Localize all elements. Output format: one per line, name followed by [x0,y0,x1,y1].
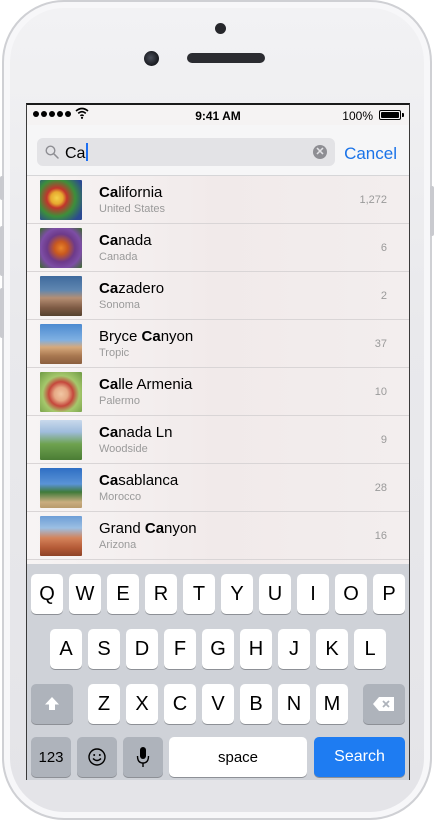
key-p[interactable]: P [373,574,405,614]
space-key[interactable]: space [169,737,307,777]
key-l[interactable]: L [354,629,386,669]
result-subtitle: Palermo [99,395,140,407]
result-title: California [99,184,163,201]
result-title: Casablanca [99,472,179,489]
photo-thumbnail [40,468,82,508]
result-subtitle: Morocco [99,491,142,503]
result-count: 6 [380,242,387,254]
search-button[interactable]: Search [314,737,405,777]
key-j[interactable]: J [278,629,310,669]
battery-icon [379,110,401,120]
key-m[interactable]: M [316,684,348,724]
photo-thumbnail [40,420,82,460]
delete-icon [373,697,394,711]
status-bar: 9:41 AM 100% [27,105,409,125]
power-button [430,186,434,236]
volume-down-button [0,288,4,338]
list-item[interactable]: Grand Canyon Arizona 16 [27,512,409,560]
result-title: Calle Armenia [99,376,193,393]
key-u[interactable]: U [259,574,291,614]
result-title: Grand Canyon [99,520,197,537]
result-count: 1,272 [359,194,387,206]
dictation-key[interactable] [123,737,163,777]
result-title: Cazadero [99,280,165,297]
key-b[interactable]: B [240,684,272,724]
result-subtitle: United States [99,203,166,215]
result-subtitle: Canada [99,251,138,263]
result-title: Canada Ln [99,424,173,441]
list-item[interactable]: Canada Canada 6 [27,224,409,272]
result-title: Canada [99,232,152,249]
photo-thumbnail [40,516,82,556]
photo-thumbnail [40,276,82,316]
key-z[interactable]: Z [88,684,120,724]
mute-switch [0,176,4,200]
emoji-key[interactable] [77,737,117,777]
list-item[interactable]: Cazadero Sonoma 2 [27,272,409,320]
results-list: California United States 1,272 Canada Ca… [27,176,409,564]
list-item[interactable]: Casablanca Morocco 28 [27,464,409,512]
photo-thumbnail [40,180,82,220]
emoji-icon [88,748,106,766]
search-query: Ca [65,143,89,163]
result-count: 2 [380,290,387,302]
shift-key[interactable] [31,684,73,724]
key-r[interactable]: R [145,574,177,614]
key-s[interactable]: S [88,629,120,669]
proximity-sensor [215,23,226,34]
list-item[interactable]: Bryce Canyon Tropic 37 [27,320,409,368]
photo-thumbnail [40,372,82,412]
list-item[interactable]: Canada Ln Woodside 9 [27,416,409,464]
photo-thumbnail [40,228,82,268]
key-c[interactable]: C [164,684,196,724]
keyboard: Q W E R T Y U I O P A S D F G H J K L Z … [27,564,409,780]
list-item[interactable]: Calle Armenia Palermo 10 [27,368,409,416]
key-f[interactable]: F [164,629,196,669]
screen: 9:41 AM 100% Ca ✕ Cancel California Unit… [26,103,410,780]
key-i[interactable]: I [297,574,329,614]
key-g[interactable]: G [202,629,234,669]
key-h[interactable]: H [240,629,272,669]
clear-text-icon[interactable]: ✕ [313,145,327,159]
volume-up-button [0,226,4,276]
key-k[interactable]: K [316,629,348,669]
cancel-button[interactable]: Cancel [344,144,397,164]
result-count: 37 [374,338,387,350]
key-n[interactable]: N [278,684,310,724]
key-v[interactable]: V [202,684,234,724]
result-count: 28 [374,482,387,494]
microphone-icon [136,747,150,767]
delete-key[interactable] [363,684,405,724]
search-bar: Ca ✕ Cancel [27,125,409,176]
photo-thumbnail [40,324,82,364]
earpiece-speaker [187,53,265,63]
result-subtitle: Arizona [99,539,137,551]
key-w[interactable]: W [69,574,101,614]
list-item[interactable]: California United States 1,272 [27,176,409,224]
key-x[interactable]: X [126,684,158,724]
battery-tip [402,113,404,117]
result-count: 16 [374,530,387,542]
result-count: 9 [380,434,387,446]
key-t[interactable]: T [183,574,215,614]
shift-icon [45,697,59,710]
key-y[interactable]: Y [221,574,253,614]
result-count: 10 [374,386,387,398]
key-q[interactable]: Q [31,574,63,614]
battery-percentage: 100% [342,109,373,123]
search-input[interactable]: Ca ✕ [37,138,335,166]
key-d[interactable]: D [126,629,158,669]
key-a[interactable]: A [50,629,82,669]
result-subtitle: Woodside [99,443,148,455]
numbers-key[interactable]: 123 [31,737,71,777]
result-subtitle: Tropic [99,347,130,359]
result-subtitle: Sonoma [99,299,140,311]
search-icon [45,145,59,159]
text-caret [86,143,89,161]
key-e[interactable]: E [107,574,139,614]
result-title: Bryce Canyon [99,328,194,345]
front-camera-icon [144,51,159,66]
key-o[interactable]: O [335,574,367,614]
